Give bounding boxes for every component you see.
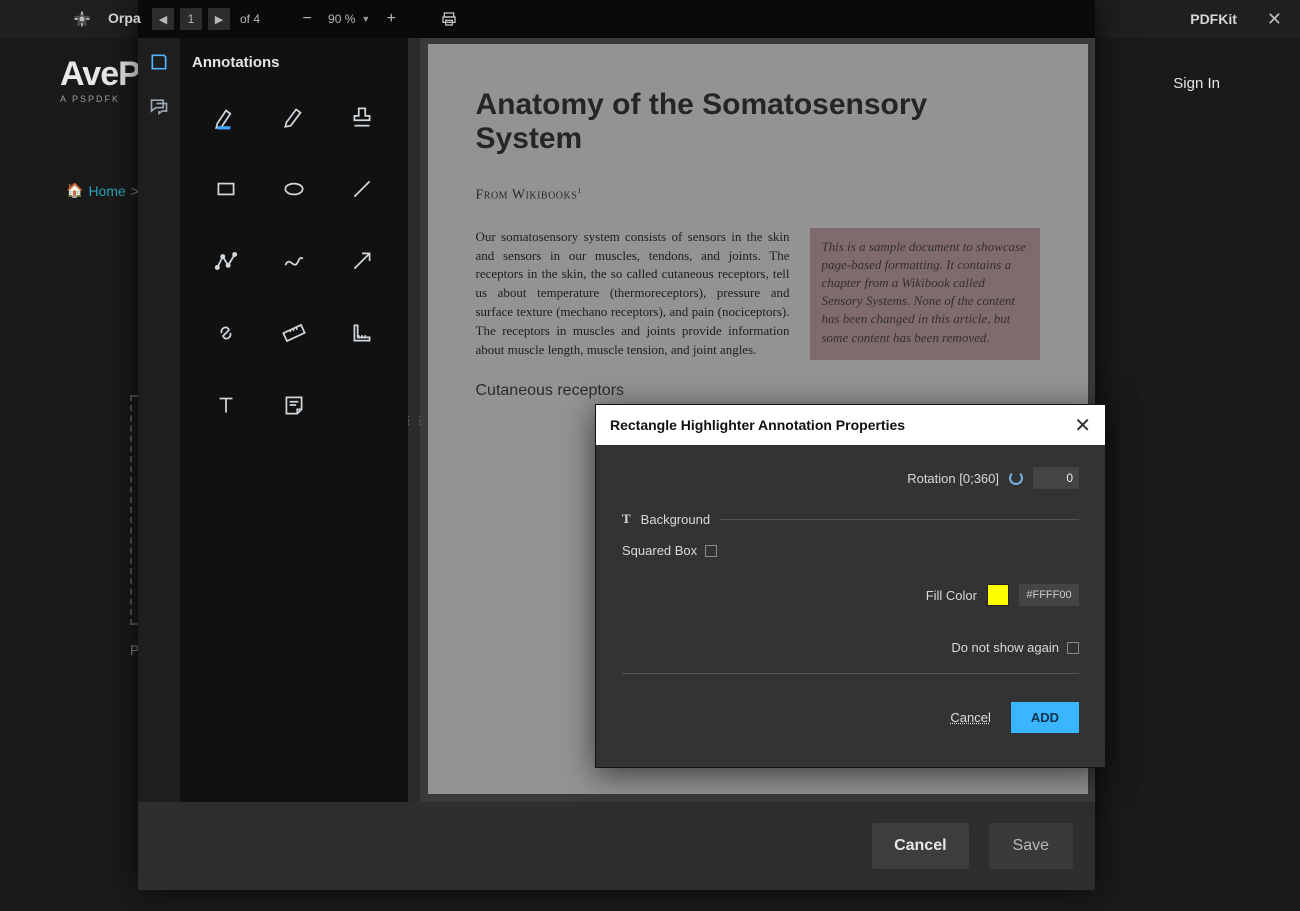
doc-title: Anatomy of the Somatosensory System [476,88,1040,156]
fill-color-label: Fill Color [926,588,977,603]
sticky-note-tool[interactable] [260,383,328,427]
tab-app-icon[interactable] [68,6,96,32]
editor-toolbar: ◀ 1 ▶ of 4 − 90 % ▼ + [138,0,1095,38]
sign-in-link[interactable]: Sign In [1173,75,1220,92]
editor-footer: Cancel Save [138,802,1095,890]
zoom-value: 90 % [328,12,355,26]
brand-block: AveP A PSPDFK [60,55,140,104]
zoom-in-button[interactable]: + [380,8,402,30]
logo-text: AveP [60,55,140,94]
home-icon: 🏠 [66,182,83,199]
tab-label-partial: Orpa [108,10,141,26]
fill-color-swatch[interactable] [987,584,1009,606]
squared-box-checkbox[interactable] [705,545,717,557]
doc-from: From Wikibooks1 [476,186,1040,204]
marker-tool[interactable] [260,95,328,139]
comments-panel-icon[interactable] [149,96,169,116]
editor-cancel-button[interactable]: Cancel [872,823,968,869]
line-tool[interactable] [328,167,396,211]
editor-save-button[interactable]: Save [989,823,1073,869]
dialog-divider [622,673,1079,674]
dialog-close-icon[interactable]: ✕ [1074,413,1091,438]
link-tool[interactable] [192,311,260,355]
do-not-show-checkbox[interactable] [1067,642,1079,654]
rotation-label: Rotation [0;360] [907,471,999,486]
rectangle-tool[interactable] [192,167,260,211]
product-name-partial: PDFKit [1190,11,1237,27]
dialog-header: Rectangle Highlighter Annotation Propert… [596,405,1105,445]
print-button[interactable] [438,8,460,30]
pdf-editor-modal: ◀ 1 ▶ of 4 − 90 % ▼ + Annotations [138,0,1095,890]
do-not-show-label: Do not show again [951,640,1059,655]
fill-color-hex-input[interactable] [1019,584,1079,606]
breadcrumb[interactable]: 🏠 Home > [66,182,139,199]
prev-page-button[interactable]: ◀ [152,8,174,30]
chevron-down-icon: ▼ [361,14,370,24]
page-total-label: of 4 [240,12,260,26]
rotation-reset-icon[interactable] [1009,471,1023,485]
doc-subheading: Cutaneous receptors [476,382,1040,400]
doc-side-note: This is a sample document to showcase pa… [810,228,1040,360]
properties-dialog: Rectangle Highlighter Annotation Propert… [595,404,1106,768]
stamp-tool[interactable] [328,95,396,139]
dialog-add-button[interactable]: ADD [1011,702,1079,733]
zoom-out-button[interactable]: − [296,8,318,30]
zoom-select[interactable]: 90 % ▼ [324,12,374,26]
t-icon: T [622,511,631,527]
arrow-tool[interactable] [328,239,396,283]
dialog-title: Rectangle Highlighter Annotation Propert… [610,417,905,433]
highlighter-tool[interactable] [192,95,260,139]
panel-resize-handle[interactable]: ⋮⋮ [408,38,420,802]
page-number-input[interactable]: 1 [180,8,202,30]
logo-subtitle: A PSPDFK [60,94,140,104]
area-measure-tool[interactable] [328,311,396,355]
dialog-cancel-button[interactable]: Cancel [950,710,990,725]
squared-box-label: Squared Box [622,543,697,558]
ruler-tool[interactable] [260,311,328,355]
annotations-panel: Annotations [180,38,408,802]
annotations-panel-icon[interactable] [149,52,169,72]
background-group-label: Background [641,512,710,527]
left-icon-strip [138,38,180,802]
divider [720,519,1079,520]
next-page-button[interactable]: ▶ [208,8,230,30]
close-icon[interactable]: ✕ [1267,9,1282,30]
breadcrumb-home[interactable]: Home [88,183,125,199]
polyline-tool[interactable] [192,239,260,283]
annotations-header: Annotations [180,38,408,87]
ellipse-tool[interactable] [260,167,328,211]
rotation-input[interactable] [1033,467,1079,489]
doc-intro-paragraph: Our somatosensory system consists of sen… [476,228,790,360]
text-tool[interactable] [192,383,260,427]
freehand-tool[interactable] [260,239,328,283]
